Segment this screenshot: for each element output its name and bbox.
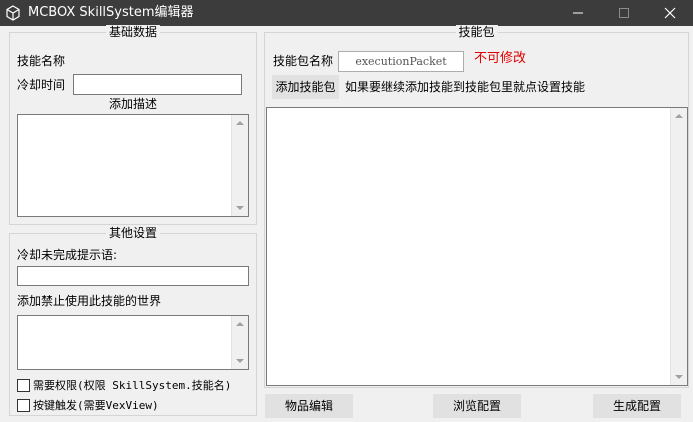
- skill-name-label: 技能名称: [17, 54, 66, 68]
- cube-icon: [5, 5, 21, 21]
- minimize-icon: [573, 8, 583, 18]
- basic-data-legend: 基础数据: [105, 25, 161, 39]
- item-edit-button[interactable]: 物品编辑: [265, 394, 353, 418]
- packet-hint: 如果要继续添加技能到技能包里就点设置技能: [345, 80, 586, 94]
- key-trigger-label: 按键触发(需要VexView): [33, 399, 159, 412]
- basic-data-group: 基础数据 技能名称 冷却时间 添加描述: [9, 25, 257, 225]
- other-settings-group: 其他设置 冷却未完成提示语: 添加禁止使用此技能的世界 需要权限(权限 Skil…: [9, 226, 257, 416]
- banned-worlds-textarea[interactable]: [17, 315, 249, 370]
- close-button[interactable]: [647, 0, 693, 26]
- require-permission-label: 需要权限(权限 SkillSystem.技能名): [33, 379, 232, 392]
- maximize-icon: [619, 8, 629, 18]
- title-bar[interactable]: MCBOX SkillSystem编辑器: [0, 0, 693, 26]
- readonly-note: 不可修改: [474, 51, 527, 66]
- add-skill-packet-button[interactable]: 添加技能包: [272, 75, 339, 99]
- cooldown-message-label: 冷却未完成提示语:: [17, 248, 118, 262]
- banned-worlds-scrollbar[interactable]: [231, 316, 248, 369]
- scroll-down-icon[interactable]: [236, 206, 244, 210]
- scroll-up-icon[interactable]: [236, 121, 244, 125]
- browse-config-button[interactable]: 浏览配置: [433, 394, 521, 418]
- cooldown-input[interactable]: [73, 74, 242, 95]
- skill-list-area[interactable]: [266, 107, 688, 386]
- scroll-up-icon[interactable]: [675, 114, 683, 118]
- cooldown-message-input[interactable]: [17, 266, 249, 286]
- generate-config-button[interactable]: 生成配置: [593, 394, 681, 418]
- skill-packet-group: 技能包 技能包名称 executionPacket 不可修改 添加技能包 如果要…: [264, 25, 689, 388]
- description-legend: 添加描述: [109, 97, 158, 111]
- key-trigger-checkbox-row[interactable]: 按键触发(需要VexView): [17, 397, 159, 413]
- skill-packet-legend: 技能包: [455, 25, 498, 39]
- description-textarea[interactable]: [17, 114, 249, 217]
- packet-name-label: 技能包名称: [273, 54, 334, 68]
- scroll-down-icon[interactable]: [675, 375, 683, 379]
- maximize-button[interactable]: [601, 0, 647, 26]
- description-scrollbar[interactable]: [231, 115, 248, 216]
- window-title: MCBOX SkillSystem编辑器: [28, 5, 194, 20]
- packet-name-field: executionPacket: [338, 51, 464, 72]
- other-settings-legend: 其他设置: [105, 226, 161, 240]
- key-trigger-checkbox[interactable]: [17, 398, 30, 412]
- cooldown-label: 冷却时间: [17, 78, 66, 92]
- require-permission-checkbox[interactable]: [17, 378, 30, 392]
- close-icon: [664, 7, 676, 19]
- skill-list-scrollbar[interactable]: [670, 108, 687, 385]
- require-permission-checkbox-row[interactable]: 需要权限(权限 SkillSystem.技能名): [17, 377, 231, 393]
- scroll-up-icon[interactable]: [236, 322, 244, 326]
- minimize-button[interactable]: [555, 0, 601, 26]
- scroll-down-icon[interactable]: [236, 359, 244, 363]
- banned-worlds-label: 添加禁止使用此技能的世界: [17, 294, 162, 308]
